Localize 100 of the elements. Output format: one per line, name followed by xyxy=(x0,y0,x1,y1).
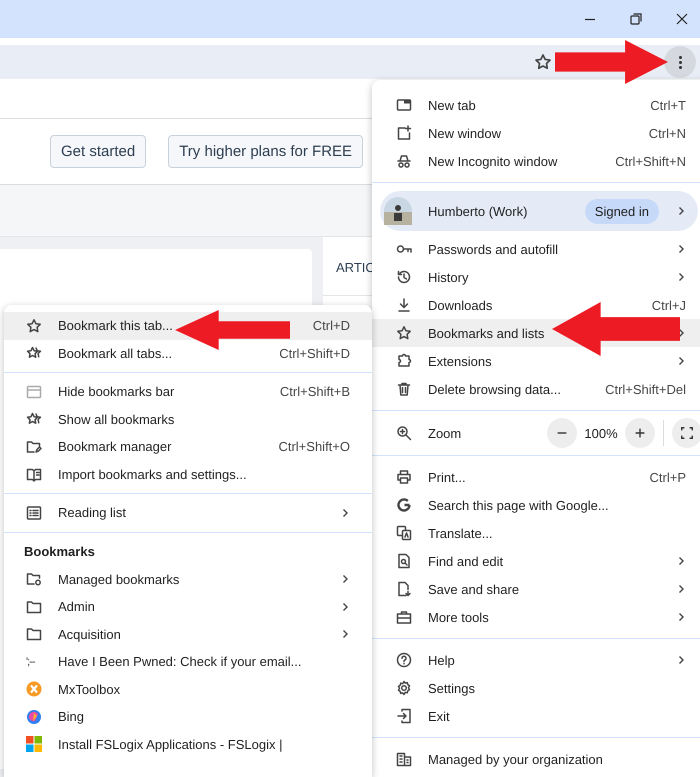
menu-item[interactable]: Exit xyxy=(372,702,700,730)
menu-item[interactable]: Bookmark manager Ctrl+Shift+O xyxy=(4,433,372,460)
menu-item[interactable]: Import bookmarks and settings... xyxy=(4,460,372,488)
puzzle-icon xyxy=(396,353,412,369)
menu-item[interactable]: Managed by your organization xyxy=(372,745,700,773)
menu-label: Downloads xyxy=(428,298,494,312)
help-icon xyxy=(396,652,412,668)
save-icon xyxy=(396,581,412,597)
zoom-level: 100% xyxy=(583,426,619,440)
menu-item[interactable]: New Incognito window Ctrl+Shift+N xyxy=(372,147,700,175)
menu-item[interactable]: Managed bookmarks xyxy=(4,566,372,593)
swirl-icon xyxy=(26,708,42,725)
download-icon xyxy=(396,297,412,313)
folder-icon xyxy=(26,626,42,642)
toolbox-icon xyxy=(396,609,412,625)
x-circle-icon xyxy=(26,681,42,698)
shortcut-label: Ctrl+Shift+B xyxy=(280,384,350,400)
menu-label: Passwords and autofill xyxy=(428,242,560,256)
menu-label: Zoom xyxy=(428,426,462,440)
menu-item[interactable]: Help xyxy=(372,646,700,674)
menu-item[interactable]: Delete browsing data... Ctrl+Shift+Del xyxy=(372,375,700,403)
star-icon[interactable] xyxy=(534,53,552,71)
menu-label: Bookmark all tabs... xyxy=(58,346,174,361)
menu-item[interactable]: New tab Ctrl+T xyxy=(372,91,700,119)
menu-item[interactable]: More tools xyxy=(372,603,700,631)
tab-icon xyxy=(396,97,412,113)
book-icon xyxy=(26,466,42,482)
close-icon[interactable] xyxy=(674,11,690,27)
menu-item[interactable]: Bing xyxy=(4,703,372,730)
menu-label: Search this page with Google... xyxy=(428,498,610,512)
page-button[interactable]: Get started xyxy=(50,135,146,168)
menu-label: Extensions xyxy=(428,354,493,368)
menu-item[interactable]: ';-- Have I Been Pwned: Check if your email... xyxy=(4,648,372,676)
status-badge: Signed in xyxy=(584,198,659,224)
page-button[interactable]: Try higher plans for FREE xyxy=(168,135,364,168)
folder-icon xyxy=(26,598,42,615)
menu-label: Translate... xyxy=(428,526,494,540)
menu-item[interactable]: Reading list xyxy=(4,499,372,526)
menu-item[interactable]: Show all bookmarks xyxy=(4,406,372,433)
site-icon: ';-- xyxy=(26,656,42,668)
menu-label: Save and share xyxy=(428,582,520,596)
menu-label: Print... xyxy=(428,470,467,484)
menu-item[interactable]: Hide bookmarks bar Ctrl+Shift+B xyxy=(4,378,372,406)
zoom-in-button[interactable] xyxy=(625,418,655,448)
shortcut-label: Ctrl+Shift+D xyxy=(279,346,350,361)
menu-label: Show all bookmarks xyxy=(58,412,176,427)
menu-label: Bing xyxy=(58,709,86,724)
menu-label: Bookmarks and lists xyxy=(428,326,546,340)
menu-label: Admin xyxy=(58,599,96,614)
find-icon xyxy=(396,553,412,569)
menu-item[interactable]: Save and share xyxy=(372,575,700,603)
menu-label: Bookmark manager xyxy=(58,439,172,454)
menu-item[interactable]: Settings xyxy=(372,674,700,702)
shortcut-label: Ctrl+P xyxy=(650,470,686,484)
exit-icon xyxy=(396,708,412,724)
translate-icon xyxy=(396,525,412,541)
address-bar[interactable] xyxy=(0,45,700,79)
settings-icon xyxy=(396,680,412,696)
folder-gear-icon xyxy=(26,571,42,588)
menu-item[interactable]: New window Ctrl+N xyxy=(372,119,700,147)
shortcut-label: Ctrl+Shift+N xyxy=(615,154,686,168)
printer-icon xyxy=(396,469,412,485)
four-squares-icon xyxy=(26,736,42,752)
menu-item[interactable]: Print... Ctrl+P xyxy=(372,463,700,491)
shortcut-label: Ctrl+J xyxy=(652,298,686,312)
section-heading: Bookmarks xyxy=(23,542,96,560)
restore-icon[interactable] xyxy=(628,11,644,27)
menu-label: New window xyxy=(428,126,502,140)
menu-label: Have I Been Pwned: Check if your email... xyxy=(58,654,303,670)
g-icon xyxy=(396,497,412,513)
menu-label: Exit xyxy=(428,708,451,724)
plus-icon xyxy=(633,426,647,440)
history-icon xyxy=(396,269,412,285)
building-icon xyxy=(396,751,412,767)
menu-item[interactable]: MxToolbox xyxy=(4,676,372,703)
menu-button[interactable] xyxy=(664,46,696,78)
menu-label: Delete browsing data... xyxy=(428,382,562,396)
menu-item[interactable]: Extensions xyxy=(372,347,700,375)
menu-label: MxToolbox xyxy=(58,682,122,697)
menu-label: History xyxy=(428,270,470,284)
menu-item[interactable]: Install FSLogix Applications - FSLogix | xyxy=(4,730,372,758)
shortcut-label: Ctrl+D xyxy=(312,318,350,334)
menu-label: Find and edit xyxy=(428,554,504,568)
menu-label: Bookmark this tab... xyxy=(58,318,174,334)
menu-item[interactable]: Admin xyxy=(4,593,372,620)
menu-item[interactable]: Search this page with Google... xyxy=(372,491,700,519)
shortcut-label: Ctrl+Shift+Del xyxy=(605,382,686,396)
menu-label: Install FSLogix Applications - FSLogix | xyxy=(58,736,284,752)
menu-label: Hide bookmarks bar xyxy=(58,384,176,400)
menu-item[interactable]: Bookmark all tabs... Ctrl+Shift+D xyxy=(4,340,372,367)
profile-item[interactable]: Humberto (Work) Signed in xyxy=(380,191,698,231)
avatar-icon xyxy=(384,197,412,225)
menu-item[interactable]: Acquisition xyxy=(4,620,372,648)
incognito-icon xyxy=(396,153,412,169)
shortcut-label: Ctrl+Shift+O xyxy=(278,439,350,454)
fullscreen-icon xyxy=(680,426,694,440)
menu-item[interactable]: Translate... xyxy=(372,519,700,547)
menu-item[interactable]: Find and edit xyxy=(372,547,700,575)
new-window-icon xyxy=(396,125,412,141)
fullscreen-button[interactable] xyxy=(672,418,700,448)
